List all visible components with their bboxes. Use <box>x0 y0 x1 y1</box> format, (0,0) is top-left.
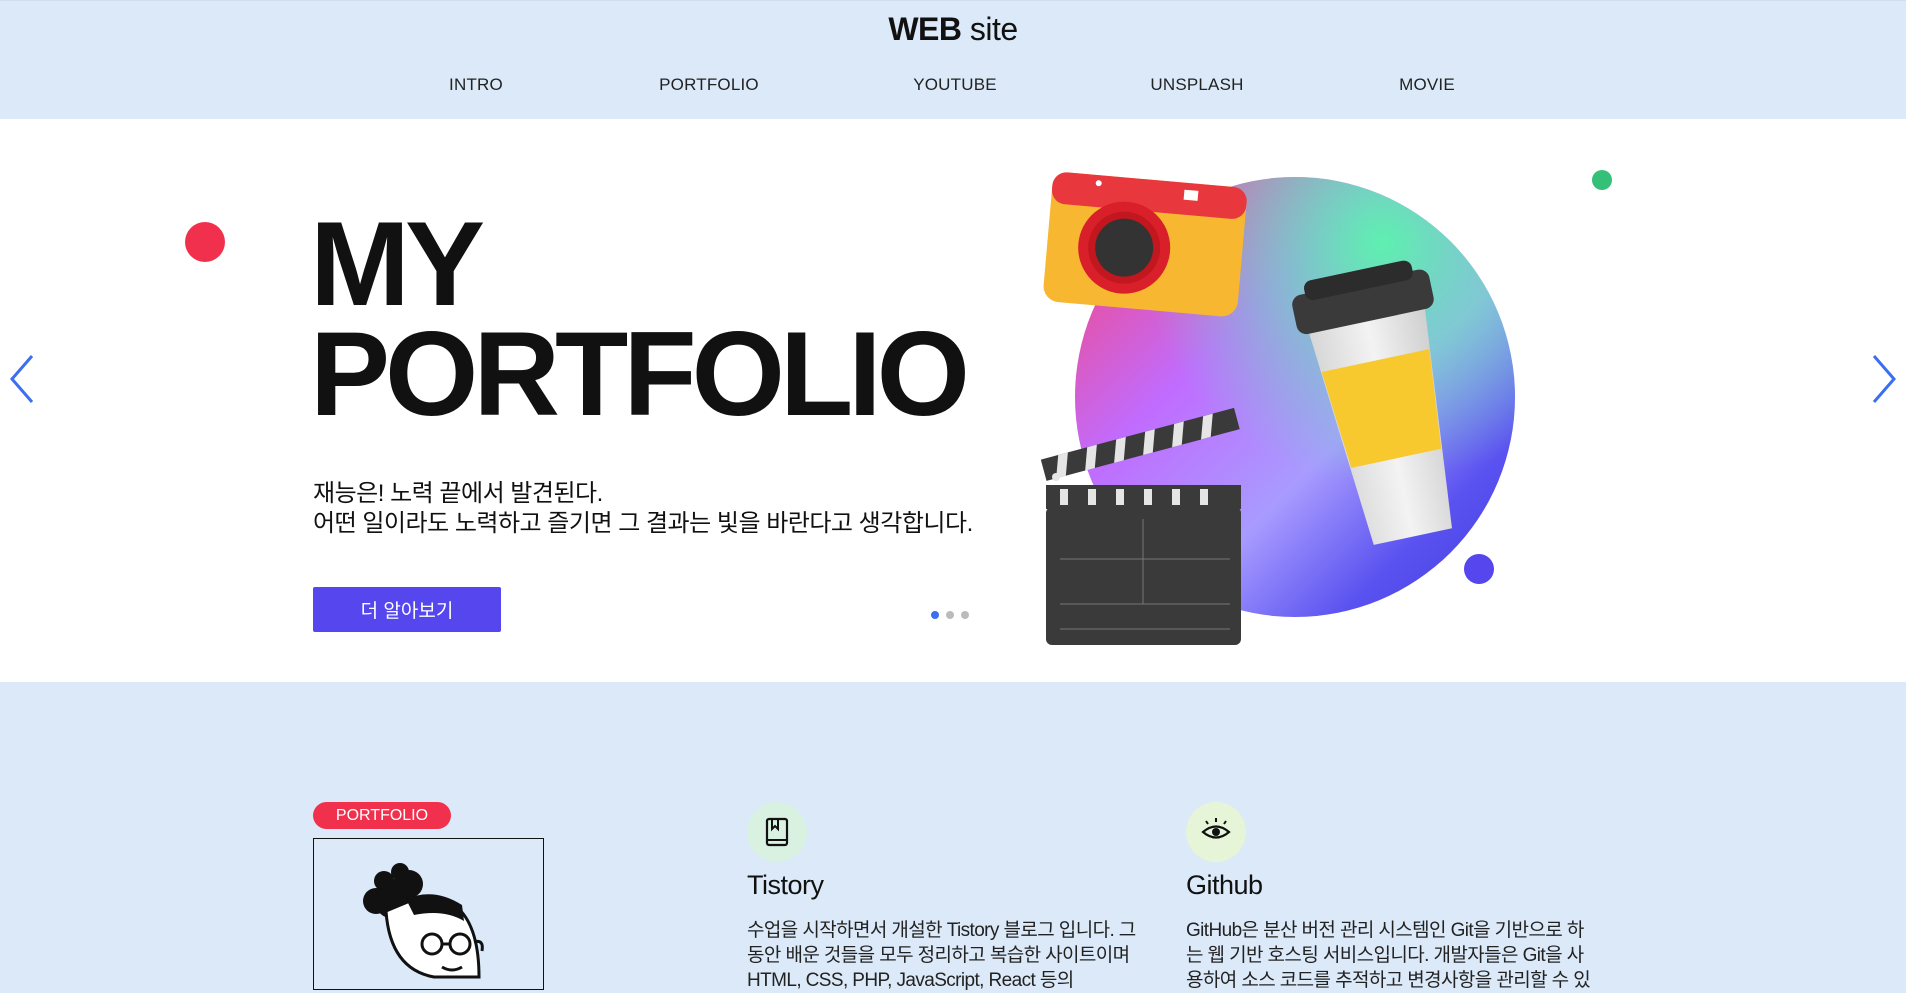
hero-title: MY PORTFOLIO <box>310 197 970 441</box>
camera-icon <box>1043 172 1247 317</box>
decor-red-dot <box>185 222 225 262</box>
main-nav: INTRO PORTFOLIO YOUTUBE UNSPLASH MOVIE <box>0 75 1906 99</box>
hero-desc-line2: 어떤 일이라도 노력하고 즐기면 그 결과는 빛을 바란다고 생각합니다. <box>313 510 973 537</box>
decor-green-dot <box>1592 170 1612 190</box>
pagination-dot-1[interactable] <box>931 611 939 619</box>
portfolio-avatar-card[interactable] <box>313 838 544 990</box>
nav-item-movie[interactable]: MOVIE <box>1399 75 1455 95</box>
tistory-title[interactable]: Tistory <box>747 870 824 901</box>
tistory-text: 수업을 시작하면서 개설한 Tistory 블로그 입니다. 그 동안 배운 것… <box>747 920 1136 991</box>
hero-description: 재능은! 노력 끝에서 발견된다. 어떤 일이라도 노력하고 즐기면 그 결과는… <box>313 479 973 539</box>
github-title[interactable]: Github <box>1186 870 1263 901</box>
logo-bold: WEB <box>888 11 962 47</box>
next-slide-arrow-icon[interactable] <box>1866 352 1900 406</box>
hero-illustration <box>1040 172 1515 645</box>
github-text: GitHub은 분산 버전 관리 시스템인 Git을 기반으로 하는 웹 기반 … <box>1186 920 1591 991</box>
site-header: WEB site INTRO PORTFOLIO YOUTUBE UNSPLAS… <box>0 0 1906 120</box>
nav-item-portfolio[interactable]: PORTFOLIO <box>659 75 759 95</box>
hero-title-line2: PORTFOLIO <box>310 307 970 441</box>
nav-item-intro[interactable]: INTRO <box>449 75 503 95</box>
hero-desc-line1: 재능은! 노력 끝에서 발견된다. <box>313 480 603 507</box>
bookmark-icon <box>765 817 789 847</box>
site-logo[interactable]: WEB site <box>0 11 1906 48</box>
portfolio-badge: PORTFOLIO <box>313 802 451 829</box>
decor-purple-ball <box>1464 554 1494 584</box>
slide-pagination <box>931 611 969 619</box>
prev-slide-arrow-icon[interactable] <box>6 352 40 406</box>
nav-item-youtube[interactable]: YOUTUBE <box>913 75 997 95</box>
hero-title-line1: MY <box>310 197 485 331</box>
avatar <box>363 863 484 979</box>
eye-icon <box>1201 818 1231 839</box>
tistory-card-icon-wrap <box>747 802 807 862</box>
github-card-icon-wrap <box>1186 802 1246 862</box>
hero-slider: MY PORTFOLIO 재능은! 노력 끝에서 발견된다. 어떤 일이라도 노… <box>0 119 1906 682</box>
pagination-dot-2[interactable] <box>946 611 954 619</box>
nav-item-unsplash[interactable]: UNSPLASH <box>1150 75 1243 95</box>
pagination-dot-3[interactable] <box>961 611 969 619</box>
logo-light: site <box>969 11 1018 47</box>
learn-more-button[interactable]: 더 알아보기 <box>313 587 501 632</box>
